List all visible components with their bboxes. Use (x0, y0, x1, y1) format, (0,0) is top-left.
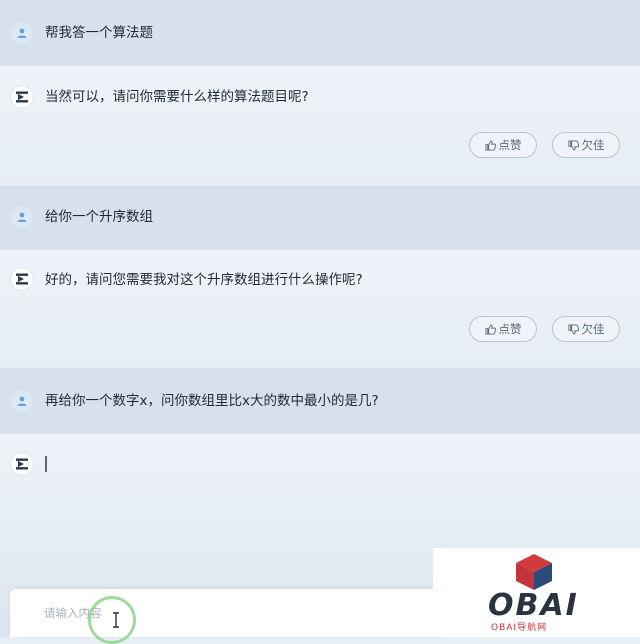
user-message-row: 帮我答一个算法题 (0, 0, 640, 66)
logo-text: OBAI (488, 588, 579, 623)
user-message-row: 再给你一个数字x，问你数组里比x大的数中最小的是几? (0, 368, 640, 434)
bot-message-row: 当然可以，请问你需要什么样的算法题目呢? 点赞 欠佳 (0, 66, 640, 186)
user-message-text: 再给你一个数字x，问你数组里比x大的数中最小的是几? (45, 393, 379, 409)
chat-input-box[interactable]: 请输入内容 (10, 589, 440, 637)
chat-container: 帮我答一个算法题 当然可以，请问你需要什么样的算法题目呢? 点赞 欠佳 给你一个… (0, 0, 640, 644)
dislike-button[interactable]: 欠佳 (552, 132, 620, 158)
logo-subtitle: OBAI导航网 (491, 623, 548, 633)
thumbs-down-icon (567, 139, 579, 151)
bot-message-text: 好的，请问您需要我对这个升序数组进行什么操作呢? (45, 272, 363, 288)
user-avatar-icon (11, 22, 33, 44)
user-avatar-icon (11, 206, 33, 228)
like-label: 点赞 (498, 322, 522, 336)
bot-avatar-icon (11, 268, 33, 290)
bot-avatar-icon (11, 86, 33, 108)
thumbs-up-icon (484, 323, 496, 335)
dislike-button[interactable]: 欠佳 (552, 316, 620, 342)
bot-message-row: 好的，请问您需要我对这个升序数组进行什么操作呢? 点赞 欠佳 (0, 250, 640, 368)
thumbs-down-icon (567, 323, 579, 335)
text-cursor-icon (113, 612, 119, 628)
like-button[interactable]: 点赞 (469, 316, 537, 342)
thumbs-up-icon (484, 139, 496, 151)
cube-logo-icon (516, 554, 552, 590)
user-message-row: 给你一个升序数组 (0, 186, 640, 250)
like-label: 点赞 (498, 138, 522, 152)
user-message-text: 帮我答一个算法题 (45, 25, 153, 41)
dislike-label: 欠佳 (581, 138, 605, 152)
like-button[interactable]: 点赞 (469, 132, 537, 158)
typing-cursor (45, 456, 47, 472)
user-message-text: 给你一个升序数组 (45, 209, 153, 225)
dislike-label: 欠佳 (581, 322, 605, 336)
bot-avatar-icon (11, 453, 33, 475)
bot-message-text: 当然可以，请问你需要什么样的算法题目呢? (45, 89, 309, 105)
user-avatar-icon (11, 390, 33, 412)
watermark-logo: OBAI OBAI导航网 (433, 548, 640, 637)
